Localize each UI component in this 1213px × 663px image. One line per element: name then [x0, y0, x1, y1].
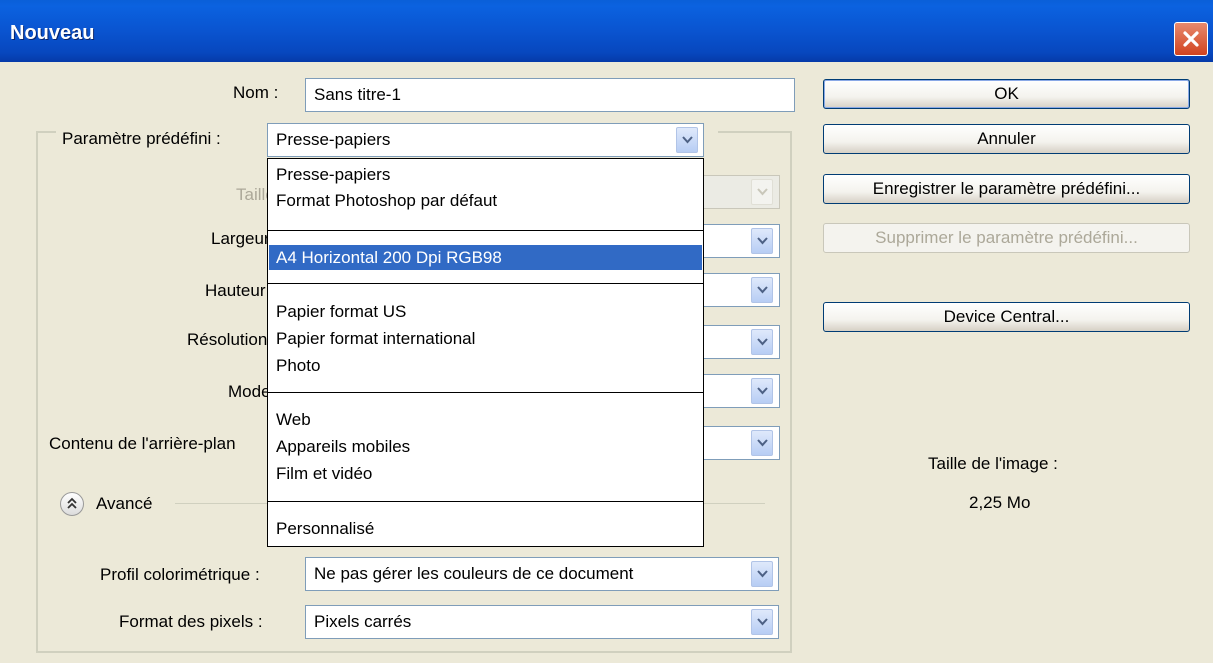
dropdown-separator [268, 392, 703, 393]
color-profile-value: Ne pas gérer les couleurs de ce document [314, 564, 634, 583]
preset-group-top-right [718, 131, 792, 133]
chevron-down-icon [757, 570, 768, 578]
advanced-toggle[interactable] [60, 492, 84, 516]
dropdown-separator [268, 283, 703, 284]
background-label: Contenu de l'arrière-plan [49, 434, 236, 453]
preset-dropdown-button[interactable] [676, 127, 698, 153]
width-unit-select[interactable] [700, 224, 780, 258]
dropdown-item-film-video[interactable]: Film et vidéo [276, 464, 372, 484]
preset-select[interactable]: Presse-papiers [267, 123, 704, 157]
color-profile-label: Profil colorimétrique : [100, 565, 260, 584]
close-icon [1183, 31, 1199, 47]
preset-value: Presse-papiers [276, 130, 391, 149]
chevron-down-icon [757, 387, 768, 395]
dialog-body: Nom : Sans titre-1 Paramètre prédéfini :… [0, 62, 1213, 663]
pixel-format-select[interactable]: Pixels carrés [305, 605, 779, 639]
cancel-button[interactable]: Annuler [823, 124, 1190, 154]
height-dropdown-button[interactable] [751, 277, 773, 303]
width-label: Largeur [211, 229, 270, 248]
dropdown-item-photoshop-default[interactable]: Format Photoshop par défaut [276, 191, 497, 211]
new-document-dialog: Nouveau Nom : Sans titre-1 Paramètre pré… [0, 0, 1213, 663]
height-unit-select[interactable] [700, 273, 780, 307]
preset-group-left [36, 131, 38, 653]
name-label: Nom : [233, 83, 279, 102]
dropdown-item-custom[interactable]: Personnalisé [276, 519, 374, 539]
dropdown-item-web[interactable]: Web [276, 410, 311, 430]
pixel-format-value: Pixels carrés [314, 612, 412, 631]
preset-group-right [790, 131, 792, 653]
mode-bitdepth-select[interactable] [700, 374, 780, 408]
chevron-down-icon [757, 286, 768, 294]
color-profile-select[interactable]: Ne pas gérer les couleurs de ce document [305, 557, 779, 591]
mode-dropdown-button[interactable] [751, 378, 773, 404]
color-profile-dropdown-button[interactable] [751, 561, 773, 587]
image-size-value: 2,25 Mo [969, 493, 1031, 512]
device-central-button[interactable]: Device Central... [823, 302, 1190, 332]
mode-label: Mode [228, 382, 271, 401]
height-label: Hauteur [205, 281, 266, 300]
width-dropdown-button[interactable] [751, 228, 773, 254]
image-size-label: Taille de l'image : [928, 454, 1058, 473]
background-dropdown-button[interactable] [751, 430, 773, 456]
dropdown-separator [268, 230, 703, 231]
chevron-down-icon [757, 439, 768, 447]
chevron-down-icon [757, 338, 768, 346]
dropdown-item-international-paper[interactable]: Papier format international [276, 329, 475, 349]
ok-button[interactable]: OK [823, 79, 1190, 109]
chevron-down-icon [757, 237, 768, 245]
dropdown-item-a4-horizontal[interactable]: A4 Horizontal 200 Dpi RGB98 [276, 248, 502, 268]
pixel-format-dropdown-button[interactable] [751, 609, 773, 635]
size-dropdown-button[interactable] [751, 179, 773, 205]
dialog-title: Nouveau [10, 22, 95, 44]
save-preset-button[interactable]: Enregistrer le paramètre prédéfini... [823, 174, 1190, 204]
dropdown-item-clipboard[interactable]: Presse-papiers [276, 165, 390, 185]
advanced-label: Avancé [96, 494, 153, 513]
chevron-down-icon [757, 618, 768, 626]
name-input[interactable]: Sans titre-1 [305, 78, 795, 112]
preset-dropdown-list: Presse-papiers Format Photoshop par défa… [267, 158, 704, 547]
double-chevron-up-icon [67, 497, 77, 509]
background-select[interactable] [700, 426, 780, 460]
title-bar[interactable]: Nouveau [0, 0, 1213, 62]
resolution-unit-select[interactable] [700, 325, 780, 359]
dropdown-item-photo[interactable]: Photo [276, 356, 320, 376]
chevron-down-icon [682, 136, 693, 144]
preset-label: Paramètre prédéfini : [62, 129, 221, 148]
delete-preset-button[interactable]: Supprimer le paramètre prédéfini... [823, 223, 1190, 253]
dropdown-item-mobile[interactable]: Appareils mobiles [276, 437, 410, 457]
resolution-label: Résolution [187, 330, 268, 349]
preset-group-top-left [36, 131, 56, 133]
dropdown-item-us-paper[interactable]: Papier format US [276, 302, 406, 322]
resolution-dropdown-button[interactable] [751, 329, 773, 355]
size-select[interactable] [700, 175, 780, 209]
chevron-down-icon [757, 188, 768, 196]
preset-group-bottom [36, 651, 792, 653]
dropdown-separator [268, 501, 703, 502]
pixel-format-label: Format des pixels : [119, 612, 263, 631]
close-button[interactable] [1174, 22, 1208, 56]
